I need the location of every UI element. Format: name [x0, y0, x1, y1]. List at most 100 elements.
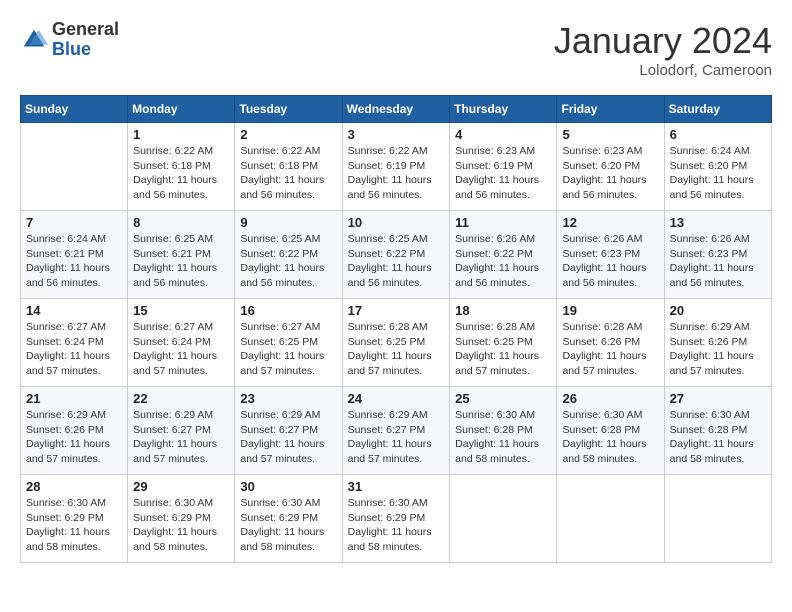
- day-number: 21: [26, 391, 122, 406]
- calendar-week-row: 14 Sunrise: 6:27 AMSunset: 6:24 PMDayligh…: [21, 299, 772, 387]
- calendar-cell: 24 Sunrise: 6:29 AMSunset: 6:27 PMDayligh…: [342, 387, 450, 475]
- day-detail: Sunrise: 6:30 AMSunset: 6:28 PMDaylight:…: [455, 408, 551, 467]
- day-number: 9: [240, 215, 336, 230]
- logo-icon: [20, 26, 48, 54]
- day-detail: Sunrise: 6:30 AMSunset: 6:29 PMDaylight:…: [348, 496, 445, 555]
- calendar-cell: [557, 475, 664, 563]
- day-number: 7: [26, 215, 122, 230]
- calendar-cell: 20 Sunrise: 6:29 AMSunset: 6:26 PMDayligh…: [664, 299, 771, 387]
- calendar-cell: 15 Sunrise: 6:27 AMSunset: 6:24 PMDayligh…: [128, 299, 235, 387]
- day-number: 1: [133, 127, 229, 142]
- calendar-cell: 23Sunrise: 6:29 AMSunset: 6:27 PMDayligh…: [235, 387, 342, 475]
- day-number: 29: [133, 479, 229, 494]
- day-number: 4: [455, 127, 551, 142]
- day-detail: Sunrise: 6:23 AMSunset: 6:19 PMDaylight:…: [455, 144, 551, 203]
- day-detail: Sunrise: 6:25 AMSunset: 6:22 PMDaylight:…: [240, 232, 336, 291]
- day-number: 12: [562, 215, 658, 230]
- day-detail: Sunrise: 6:30 AMSunset: 6:29 PMDaylight:…: [133, 496, 229, 555]
- calendar-cell: 5Sunrise: 6:23 AMSunset: 6:20 PMDaylight…: [557, 123, 664, 211]
- calendar-cell: 10 Sunrise: 6:25 AMSunset: 6:22 PMDayligh…: [342, 211, 450, 299]
- day-number: 2: [240, 127, 336, 142]
- calendar-cell: 8 Sunrise: 6:25 AMSunset: 6:21 PMDaylight…: [128, 211, 235, 299]
- day-detail: Sunrise: 6:26 AMSunset: 6:23 PMDaylight:…: [562, 232, 658, 291]
- day-detail: Sunrise: 6:26 AMSunset: 6:22 PMDaylight:…: [455, 232, 551, 291]
- calendar-cell: 13Sunrise: 6:26 AMSunset: 6:23 PMDayligh…: [664, 211, 771, 299]
- day-detail: Sunrise: 6:25 AMSunset: 6:21 PMDaylight:…: [133, 232, 229, 291]
- calendar-header: SundayMondayTuesdayWednesdayThursdayFrid…: [21, 96, 772, 123]
- day-number: 18: [455, 303, 551, 318]
- weekday-header: Monday: [128, 96, 235, 123]
- page-header: General Blue January 2024 Lolodorf, Came…: [20, 20, 772, 79]
- day-detail: Sunrise: 6:29 AMSunset: 6:26 PMDaylight:…: [670, 320, 766, 379]
- day-detail: Sunrise: 6:25 AMSunset: 6:22 PMDaylight:…: [348, 232, 445, 291]
- day-number: 6: [670, 127, 766, 142]
- calendar-cell: 1 Sunrise: 6:22 AMSunset: 6:18 PMDaylight…: [128, 123, 235, 211]
- day-number: 17: [348, 303, 445, 318]
- calendar-cell: [450, 475, 557, 563]
- day-detail: Sunrise: 6:28 AMSunset: 6:25 PMDaylight:…: [455, 320, 551, 379]
- day-number: 25: [455, 391, 551, 406]
- day-number: 27: [670, 391, 766, 406]
- day-number: 31: [348, 479, 445, 494]
- calendar-body: 1 Sunrise: 6:22 AMSunset: 6:18 PMDaylight…: [21, 123, 772, 563]
- calendar-cell: 14 Sunrise: 6:27 AMSunset: 6:24 PMDayligh…: [21, 299, 128, 387]
- logo-text: General Blue: [52, 20, 119, 60]
- day-detail: Sunrise: 6:29 AMSunset: 6:27 PMDaylight:…: [133, 408, 229, 467]
- calendar-cell: 19 Sunrise: 6:28 AMSunset: 6:26 PMDayligh…: [557, 299, 664, 387]
- day-number: 16: [240, 303, 336, 318]
- day-detail: Sunrise: 6:28 AMSunset: 6:26 PMDaylight:…: [562, 320, 658, 379]
- calendar-cell: 11 Sunrise: 6:26 AMSunset: 6:22 PMDayligh…: [450, 211, 557, 299]
- calendar-cell: 17 Sunrise: 6:28 AMSunset: 6:25 PMDayligh…: [342, 299, 450, 387]
- weekday-header: Saturday: [664, 96, 771, 123]
- day-detail: Sunrise: 6:27 AMSunset: 6:24 PMDaylight:…: [133, 320, 229, 379]
- day-detail: Sunrise: 6:29 AMSunset: 6:27 PMDaylight:…: [240, 408, 336, 467]
- day-detail: Sunrise: 6:22 AMSunset: 6:19 PMDaylight:…: [348, 144, 445, 203]
- day-number: 15: [133, 303, 229, 318]
- day-number: 11: [455, 215, 551, 230]
- day-detail: Sunrise: 6:27 AMSunset: 6:25 PMDaylight:…: [240, 320, 336, 379]
- day-number: 14: [26, 303, 122, 318]
- weekday-header: Sunday: [21, 96, 128, 123]
- day-detail: Sunrise: 6:22 AMSunset: 6:18 PMDaylight:…: [133, 144, 229, 203]
- calendar-cell: 31 Sunrise: 6:30 AMSunset: 6:29 PMDayligh…: [342, 475, 450, 563]
- calendar-cell: 18 Sunrise: 6:28 AMSunset: 6:25 PMDayligh…: [450, 299, 557, 387]
- calendar-cell: 16 Sunrise: 6:27 AMSunset: 6:25 PMDayligh…: [235, 299, 342, 387]
- day-detail: Sunrise: 6:29 AMSunset: 6:27 PMDaylight:…: [348, 408, 445, 467]
- day-detail: Sunrise: 6:28 AMSunset: 6:25 PMDaylight:…: [348, 320, 445, 379]
- calendar-cell: 28Sunrise: 6:30 AMSunset: 6:29 PMDayligh…: [21, 475, 128, 563]
- day-number: 26: [562, 391, 658, 406]
- calendar-cell: 29 Sunrise: 6:30 AMSunset: 6:29 PMDayligh…: [128, 475, 235, 563]
- day-detail: Sunrise: 6:26 AMSunset: 6:23 PMDaylight:…: [670, 232, 766, 291]
- day-detail: Sunrise: 6:29 AMSunset: 6:26 PMDaylight:…: [26, 408, 122, 467]
- logo-general: General: [52, 20, 119, 40]
- day-detail: Sunrise: 6:24 AMSunset: 6:21 PMDaylight:…: [26, 232, 122, 291]
- calendar-location: Lolodorf, Cameroon: [554, 62, 772, 79]
- day-number: 28: [26, 479, 122, 494]
- calendar-week-row: 7 Sunrise: 6:24 AMSunset: 6:21 PMDaylight…: [21, 211, 772, 299]
- calendar-table: SundayMondayTuesdayWednesdayThursdayFrid…: [20, 95, 772, 563]
- calendar-week-row: 28 Sunrise: 6:30 AMSunset: 6:29 PMDayligh…: [21, 475, 772, 563]
- day-detail: Sunrise: 6:30 AMSunset: 6:28 PMDaylight:…: [670, 408, 766, 467]
- calendar-cell: 26Sunrise: 6:30 AMSunset: 6:28 PMDayligh…: [557, 387, 664, 475]
- logo: General Blue: [20, 20, 119, 60]
- day-number: 3: [348, 127, 445, 142]
- day-number: 8: [133, 215, 229, 230]
- weekday-header-row: SundayMondayTuesdayWednesdayThursdayFrid…: [21, 96, 772, 123]
- calendar-cell: 4 Sunrise: 6:23 AMSunset: 6:19 PMDaylight…: [450, 123, 557, 211]
- day-number: 19: [562, 303, 658, 318]
- calendar-cell: 9 Sunrise: 6:25 AMSunset: 6:22 PMDaylight…: [235, 211, 342, 299]
- weekday-header: Wednesday: [342, 96, 450, 123]
- calendar-cell: 6 Sunrise: 6:24 AMSunset: 6:20 PMDaylight…: [664, 123, 771, 211]
- day-detail: Sunrise: 6:23 AMSunset: 6:20 PMDaylight:…: [562, 144, 658, 203]
- day-number: 10: [348, 215, 445, 230]
- title-block: January 2024 Lolodorf, Cameroon: [554, 20, 772, 79]
- day-number: 24: [348, 391, 445, 406]
- calendar-cell: [21, 123, 128, 211]
- day-detail: Sunrise: 6:27 AMSunset: 6:24 PMDaylight:…: [26, 320, 122, 379]
- day-number: 20: [670, 303, 766, 318]
- calendar-cell: 3 Sunrise: 6:22 AMSunset: 6:19 PMDaylight…: [342, 123, 450, 211]
- calendar-cell: 2Sunrise: 6:22 AMSunset: 6:18 PMDaylight…: [235, 123, 342, 211]
- logo-blue: Blue: [52, 40, 119, 60]
- day-detail: Sunrise: 6:24 AMSunset: 6:20 PMDaylight:…: [670, 144, 766, 203]
- calendar-cell: 30Sunrise: 6:30 AMSunset: 6:29 PMDayligh…: [235, 475, 342, 563]
